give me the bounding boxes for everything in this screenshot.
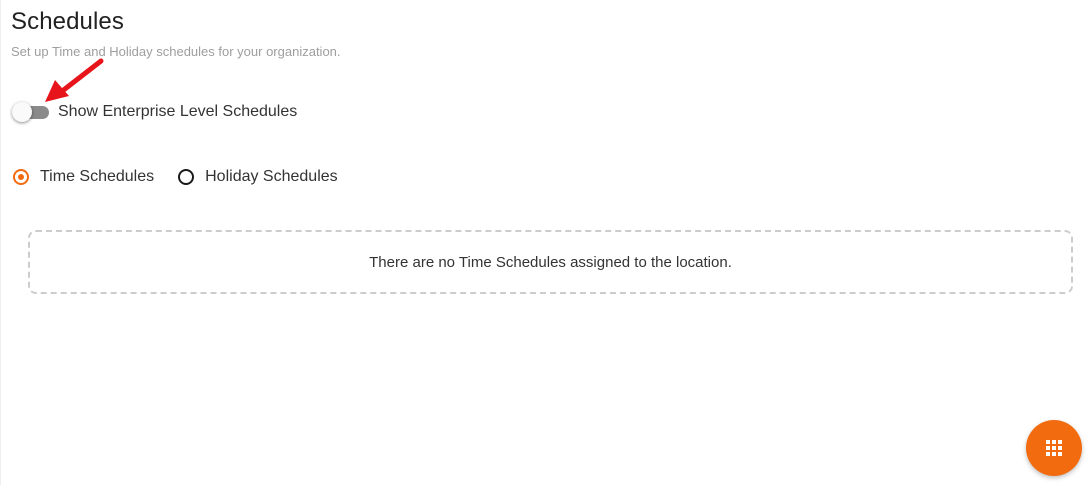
schedule-type-radio-group: Time Schedules Holiday Schedules xyxy=(13,166,362,188)
schedules-page: Schedules Set up Time and Holiday schedu… xyxy=(0,0,1087,485)
toggle-thumb xyxy=(12,102,32,122)
empty-state-box: There are no Time Schedules assigned to … xyxy=(28,230,1073,294)
radio-label-time-schedules[interactable]: Time Schedules xyxy=(40,168,154,186)
radio-holiday-schedules[interactable]: Holiday Schedules xyxy=(178,168,338,186)
annotation-arrow-icon xyxy=(45,58,104,102)
radio-unchecked-icon[interactable] xyxy=(178,169,195,185)
empty-state-message: There are no Time Schedules assigned to … xyxy=(369,253,732,271)
radio-label-holiday-schedules[interactable]: Holiday Schedules xyxy=(205,168,338,186)
radio-time-schedules[interactable]: Time Schedules xyxy=(13,168,154,186)
apps-fab-button[interactable] xyxy=(1026,420,1082,476)
radio-checked-icon[interactable] xyxy=(13,169,29,185)
apps-grid-icon xyxy=(1046,440,1062,456)
page-title: Schedules xyxy=(11,8,124,35)
